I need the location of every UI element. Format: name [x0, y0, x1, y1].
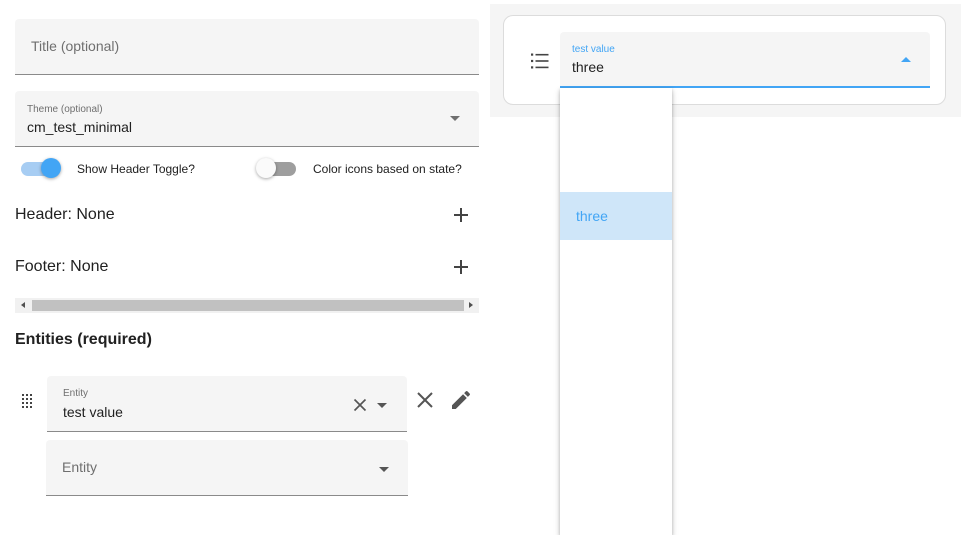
chevron-up-icon[interactable]: [901, 57, 911, 62]
entity-picker[interactable]: Entity test value: [47, 376, 407, 432]
dot: [30, 402, 32, 404]
entities-title: Entities (required): [15, 331, 152, 348]
dot: [30, 406, 32, 408]
dot: [26, 398, 28, 400]
menu-item-selected[interactable]: three: [560, 192, 672, 240]
dot: [26, 394, 28, 396]
select-label: test value: [572, 44, 615, 55]
toggle-knob: [256, 158, 276, 178]
menu-item-label: three: [576, 208, 608, 224]
horizontal-scrollbar[interactable]: [15, 298, 479, 313]
toggle-row: Show Header Toggle? Color icons based on…: [15, 158, 479, 182]
edit-entity-button[interactable]: [449, 388, 473, 412]
entity-label: Entity: [63, 388, 89, 399]
add-footer-button[interactable]: [453, 259, 469, 275]
dot: [26, 406, 28, 408]
scroll-left-icon[interactable]: [21, 302, 25, 308]
select-dropdown-menu: three: [560, 88, 672, 535]
clear-entity-icon[interactable]: [349, 394, 371, 416]
theme-value: cm_test_minimal: [27, 119, 133, 135]
color-icons-toggle-label: Color icons based on state?: [313, 162, 462, 176]
dot: [30, 394, 32, 396]
chevron-down-icon[interactable]: [377, 403, 387, 408]
chevron-down-icon: [450, 116, 460, 121]
dot: [30, 398, 32, 400]
preview-select[interactable]: test value three: [560, 32, 930, 88]
dot: [22, 398, 24, 400]
header-label: Header: None: [15, 206, 115, 223]
menu-item[interactable]: [560, 144, 672, 192]
remove-entity-button[interactable]: [413, 388, 437, 412]
format-list-bulleted-icon: [531, 53, 549, 69]
drag-handle-icon[interactable]: [21, 393, 33, 408]
show-header-toggle-label: Show Header Toggle?: [77, 162, 195, 176]
new-entity-picker[interactable]: Entity: [46, 440, 408, 496]
color-icons-toggle[interactable]: [256, 158, 296, 178]
theme-select[interactable]: Theme (optional) cm_test_minimal: [15, 91, 479, 147]
scrollbar-thumb[interactable]: [32, 300, 464, 311]
theme-label: Theme (optional): [27, 104, 103, 115]
add-header-button[interactable]: [453, 207, 469, 223]
dot: [26, 402, 28, 404]
show-header-toggle[interactable]: [21, 158, 61, 178]
dot: [22, 402, 24, 404]
title-input[interactable]: Title (optional): [15, 19, 479, 75]
new-entity-label: Entity: [62, 459, 98, 475]
toggle-knob: [41, 158, 61, 178]
footer-label: Footer: None: [15, 258, 109, 275]
select-value: three: [572, 59, 604, 75]
title-placeholder: Title (optional): [31, 38, 120, 54]
entity-value: test value: [63, 404, 123, 420]
scroll-right-icon[interactable]: [469, 302, 473, 308]
menu-item[interactable]: [560, 96, 672, 144]
dot: [22, 406, 24, 408]
chevron-down-icon[interactable]: [379, 467, 389, 472]
dot: [22, 394, 24, 396]
